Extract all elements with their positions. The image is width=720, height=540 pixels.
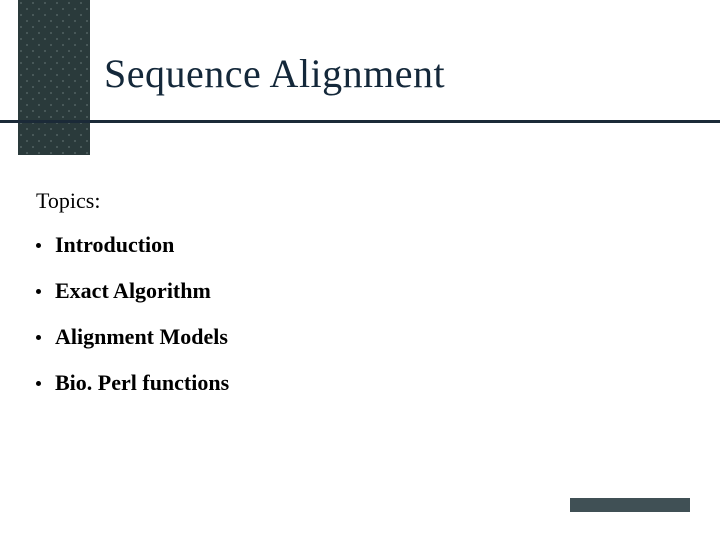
list-item-label: Introduction (55, 232, 174, 258)
bullet-icon (36, 243, 41, 248)
topics-list: Introduction Exact Algorithm Alignment M… (36, 232, 229, 416)
slide: Sequence Alignment Topics: Introduction … (0, 0, 720, 540)
horizontal-rule (0, 120, 720, 123)
decorative-pattern-block (18, 0, 90, 155)
bullet-icon (36, 381, 41, 386)
topics-label: Topics: (36, 188, 100, 214)
list-item: Exact Algorithm (36, 278, 229, 304)
list-item-label: Alignment Models (55, 324, 228, 350)
list-item: Introduction (36, 232, 229, 258)
list-item-label: Exact Algorithm (55, 278, 211, 304)
bullet-icon (36, 335, 41, 340)
list-item: Alignment Models (36, 324, 229, 350)
bullet-icon (36, 289, 41, 294)
footer-accent-bar (570, 498, 690, 512)
slide-title: Sequence Alignment (104, 50, 445, 97)
list-item-label: Bio. Perl functions (55, 370, 229, 396)
list-item: Bio. Perl functions (36, 370, 229, 396)
